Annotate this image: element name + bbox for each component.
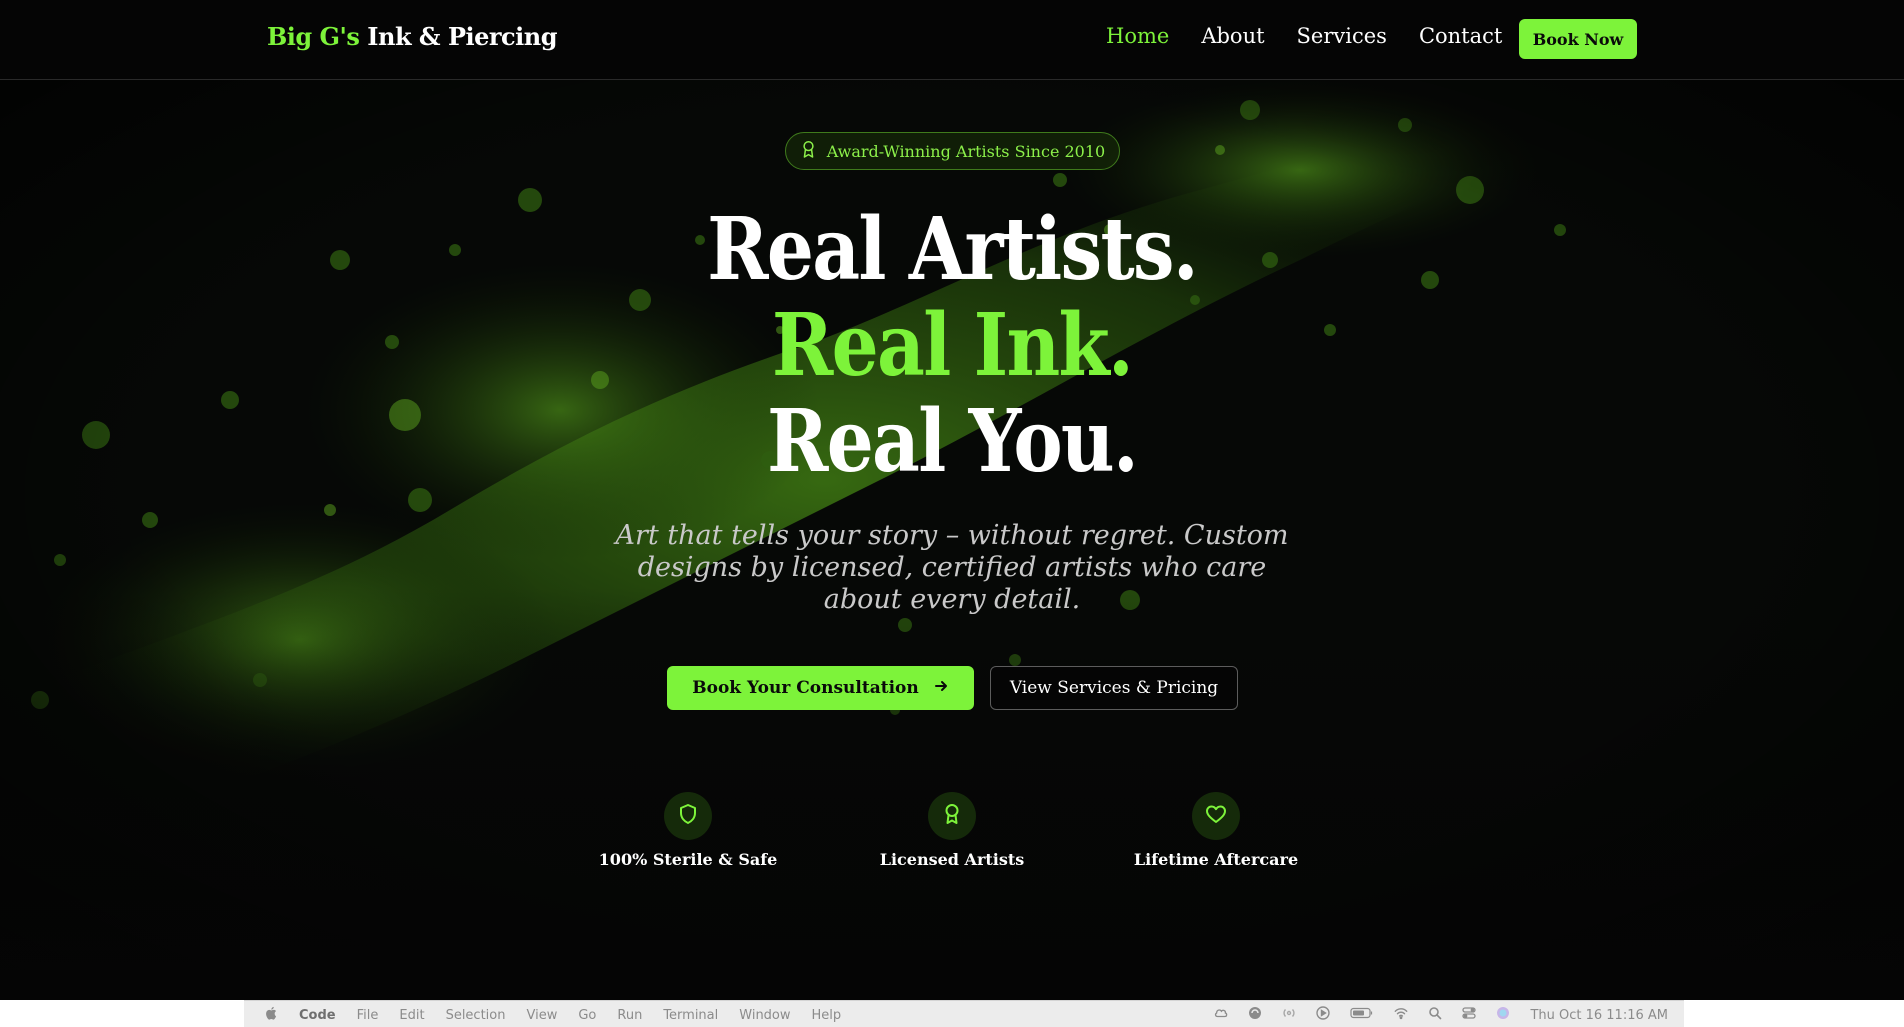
menu-window[interactable]: Window xyxy=(739,1008,790,1023)
brand-logo[interactable]: Big G's Ink & Piercing xyxy=(267,22,557,51)
play-icon[interactable] xyxy=(1316,1006,1331,1024)
nav-link-about[interactable]: About xyxy=(1201,24,1264,48)
brand-name-rest: Ink & Piercing xyxy=(367,22,557,51)
wifi-icon[interactable] xyxy=(1394,1006,1408,1024)
menu-bar-left: Code File Edit Selection View Go Run Ter… xyxy=(264,1006,841,1024)
search-icon[interactable] xyxy=(1428,1006,1442,1024)
menu-bar-datetime[interactable]: Thu Oct 16 11:16 AM xyxy=(1530,1008,1668,1023)
podcast-icon[interactable] xyxy=(1282,1006,1296,1024)
nav-link-contact[interactable]: Contact xyxy=(1419,24,1502,48)
feature-licensed: Licensed Artists xyxy=(832,792,1072,869)
arrow-right-icon xyxy=(933,678,949,699)
control-center-icon[interactable] xyxy=(1462,1006,1477,1024)
award-icon xyxy=(940,802,964,830)
award-icon xyxy=(800,140,817,163)
feature-label: Lifetime Aftercare xyxy=(1133,850,1299,869)
nav-links: Home About Services Contact xyxy=(1106,24,1502,48)
menu-bar-status: Thu Oct 16 11:16 AM xyxy=(1214,1006,1668,1024)
heart-icon xyxy=(1204,802,1228,830)
award-badge-text: Award-Winning Artists Since 2010 xyxy=(826,141,1106,161)
feature-icon-circle xyxy=(664,792,712,840)
shield-icon xyxy=(676,802,700,830)
menu-terminal[interactable]: Terminal xyxy=(663,1008,718,1023)
siri-icon[interactable] xyxy=(1496,1006,1510,1024)
award-badge: Award-Winning Artists Since 2010 xyxy=(785,132,1120,170)
menu-app-name[interactable]: Code xyxy=(299,1008,336,1023)
nav-link-home[interactable]: Home xyxy=(1106,24,1169,48)
book-consultation-label: Book Your Consultation xyxy=(692,678,919,698)
book-consultation-button[interactable]: Book Your Consultation xyxy=(667,666,974,710)
sync-icon[interactable] xyxy=(1248,1006,1262,1024)
menu-edit[interactable]: Edit xyxy=(399,1008,424,1023)
feature-label: Licensed Artists xyxy=(879,850,1025,869)
site-navbar: Big G's Ink & Piercing Home About Servic… xyxy=(0,0,1904,80)
feature-sterile: 100% Sterile & Safe xyxy=(568,792,808,869)
battery-icon[interactable] xyxy=(1350,1006,1374,1024)
feature-icon-circle xyxy=(1192,792,1240,840)
nav-link-services[interactable]: Services xyxy=(1297,24,1387,48)
hero-subtitle: Art that tells your story – without regr… xyxy=(615,520,1289,615)
creative-cloud-icon[interactable] xyxy=(1214,1006,1228,1024)
feature-label: 100% Sterile & Safe xyxy=(598,850,778,869)
brand-name-accent: Big G's xyxy=(267,22,360,51)
headline-line-1: Real Artists. xyxy=(707,199,1198,300)
apple-icon[interactable] xyxy=(264,1006,278,1024)
feature-icon-circle xyxy=(928,792,976,840)
feature-aftercare: Lifetime Aftercare xyxy=(1096,792,1336,869)
menu-go[interactable]: Go xyxy=(578,1008,596,1023)
menu-run[interactable]: Run xyxy=(617,1008,642,1023)
menu-selection[interactable]: Selection xyxy=(446,1008,506,1023)
menu-view[interactable]: View xyxy=(526,1008,557,1023)
macos-menu-bar: Code File Edit Selection View Go Run Ter… xyxy=(244,1000,1684,1027)
menu-file[interactable]: File xyxy=(357,1008,379,1023)
book-now-button[interactable]: Book Now xyxy=(1519,19,1637,59)
hero-section: Award-Winning Artists Since 2010 Real Ar… xyxy=(0,80,1904,1000)
view-services-button[interactable]: View Services & Pricing xyxy=(990,666,1238,710)
headline-line-2: Real Ink. xyxy=(771,295,1134,396)
menu-help[interactable]: Help xyxy=(812,1008,842,1023)
browser-viewport: Big G's Ink & Piercing Home About Servic… xyxy=(0,0,1904,1000)
headline-line-3: Real You. xyxy=(766,391,1139,492)
